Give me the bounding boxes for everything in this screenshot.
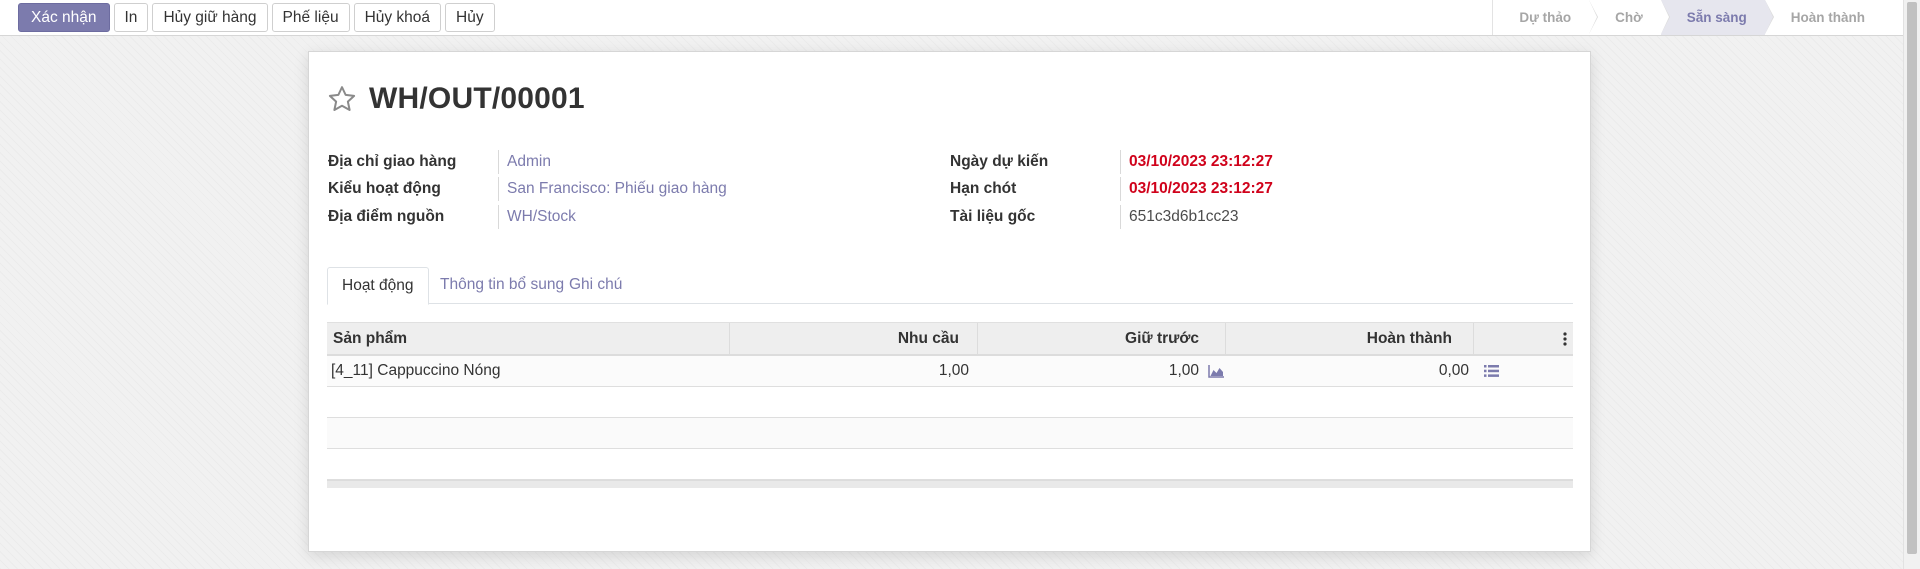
confirm-button[interactable]: Xác nhận <box>18 3 110 32</box>
table-row[interactable]: [4_11] Cappuccino Nóng 1,00 1,00 0,00 <box>327 356 1573 387</box>
field-source-document: Tài liệu gốc 651c3d6b1cc23 <box>950 205 1550 229</box>
record-title: WH/OUT/00001 <box>327 82 585 116</box>
column-reserved[interactable]: Giữ trước <box>1125 323 1199 355</box>
star-icon[interactable] <box>327 84 357 114</box>
table-row-empty <box>327 418 1573 449</box>
stage-done[interactable]: Hoàn thành <box>1764 0 1903 35</box>
field-deadline: Hạn chót 03/10/2023 23:12:27 <box>950 177 1550 201</box>
control-panel: Xác nhận In Hủy giữ hàng Phế liệu Hủy kh… <box>0 0 1903 36</box>
field-delivery-address: Địa chỉ giao hàng Admin <box>328 150 928 174</box>
table-row-empty <box>327 387 1573 418</box>
tab-note[interactable]: Ghi chú <box>555 267 636 304</box>
move-lines-table: Sản phẩm Nhu cầu Giữ trước Hoàn thành [4… <box>327 322 1573 488</box>
forecast-chart-icon[interactable] <box>1208 364 1225 378</box>
column-done[interactable]: Hoàn thành <box>1367 323 1452 355</box>
table-row-empty <box>327 449 1573 480</box>
field-divider <box>498 150 499 174</box>
demand-cell: 1,00 <box>938 362 969 379</box>
table-header: Sản phẩm Nhu cầu Giữ trước Hoàn thành <box>327 322 1573 356</box>
stage-ready[interactable]: Sẵn sàng <box>1660 0 1774 35</box>
field-divider <box>498 177 499 201</box>
field-divider <box>1120 205 1121 229</box>
form-sheet: WH/OUT/00001 Địa chỉ giao hàng Admin Kiể… <box>308 51 1591 552</box>
cancel-button[interactable]: Hủy <box>445 3 495 32</box>
optional-columns-icon[interactable] <box>1563 332 1567 346</box>
field-label: Kiểu hoạt động <box>328 180 441 197</box>
done-cell: 0,00 <box>1438 362 1469 379</box>
unreserve-button[interactable]: Hủy giữ hàng <box>152 3 268 32</box>
field-label: Ngày dự kiến <box>950 153 1049 170</box>
column-divider <box>977 323 978 355</box>
table-footer <box>327 480 1573 488</box>
field-operation-type: Kiểu hoạt động San Francisco: Phiếu giao… <box>328 177 928 201</box>
product-cell[interactable]: [4_11] Cappuccino Nóng <box>331 356 500 386</box>
notebook-tabs: Hoạt động Thông tin bổ sung Ghi chú <box>327 267 1573 305</box>
tab-operations[interactable]: Hoạt động <box>327 267 429 305</box>
scheduled-date-value[interactable]: 03/10/2023 23:12:27 <box>1129 150 1273 174</box>
stage-waiting[interactable]: Chờ <box>1589 0 1670 35</box>
field-divider <box>1120 150 1121 174</box>
source-location-link[interactable]: WH/Stock <box>507 205 576 229</box>
stage-draft[interactable]: Dự thảo <box>1492 0 1598 35</box>
status-bar: Dự thảo Chờ Sẵn sàng Hoàn thành <box>1492 0 1903 35</box>
unlock-button[interactable]: Hủy khoá <box>353 3 442 32</box>
delivery-address-link[interactable]: Admin <box>507 150 551 174</box>
column-demand[interactable]: Nhu cầu <box>898 323 959 355</box>
column-divider <box>1473 323 1474 355</box>
record-name: WH/OUT/00001 <box>369 82 585 115</box>
field-source-location: Địa điểm nguồn WH/Stock <box>328 205 928 229</box>
column-product[interactable]: Sản phẩm <box>333 323 407 355</box>
field-scheduled-date: Ngày dự kiến 03/10/2023 23:12:27 <box>950 150 1550 174</box>
action-buttons: Xác nhận In Hủy giữ hàng Phế liệu Hủy kh… <box>18 3 499 32</box>
field-label: Hạn chót <box>950 180 1017 197</box>
field-divider <box>1120 177 1121 201</box>
scrollbar-thumb[interactable] <box>1907 2 1917 554</box>
operation-type-link[interactable]: San Francisco: Phiếu giao hàng <box>507 177 727 201</box>
source-document-value[interactable]: 651c3d6b1cc23 <box>1129 205 1238 229</box>
detailed-operations-icon[interactable] <box>1484 365 1499 377</box>
reserved-cell: 1,00 <box>1168 362 1199 379</box>
field-label: Tài liệu gốc <box>950 208 1036 225</box>
deadline-value[interactable]: 03/10/2023 23:12:27 <box>1129 177 1273 201</box>
field-label: Địa chỉ giao hàng <box>328 153 457 170</box>
print-button[interactable]: In <box>113 3 149 32</box>
scrap-button[interactable]: Phế liệu <box>271 3 350 32</box>
field-label: Địa điểm nguồn <box>328 208 445 225</box>
vertical-scrollbar[interactable] <box>1903 0 1920 569</box>
column-divider <box>1225 323 1226 355</box>
field-divider <box>498 205 499 229</box>
column-divider <box>729 323 730 355</box>
